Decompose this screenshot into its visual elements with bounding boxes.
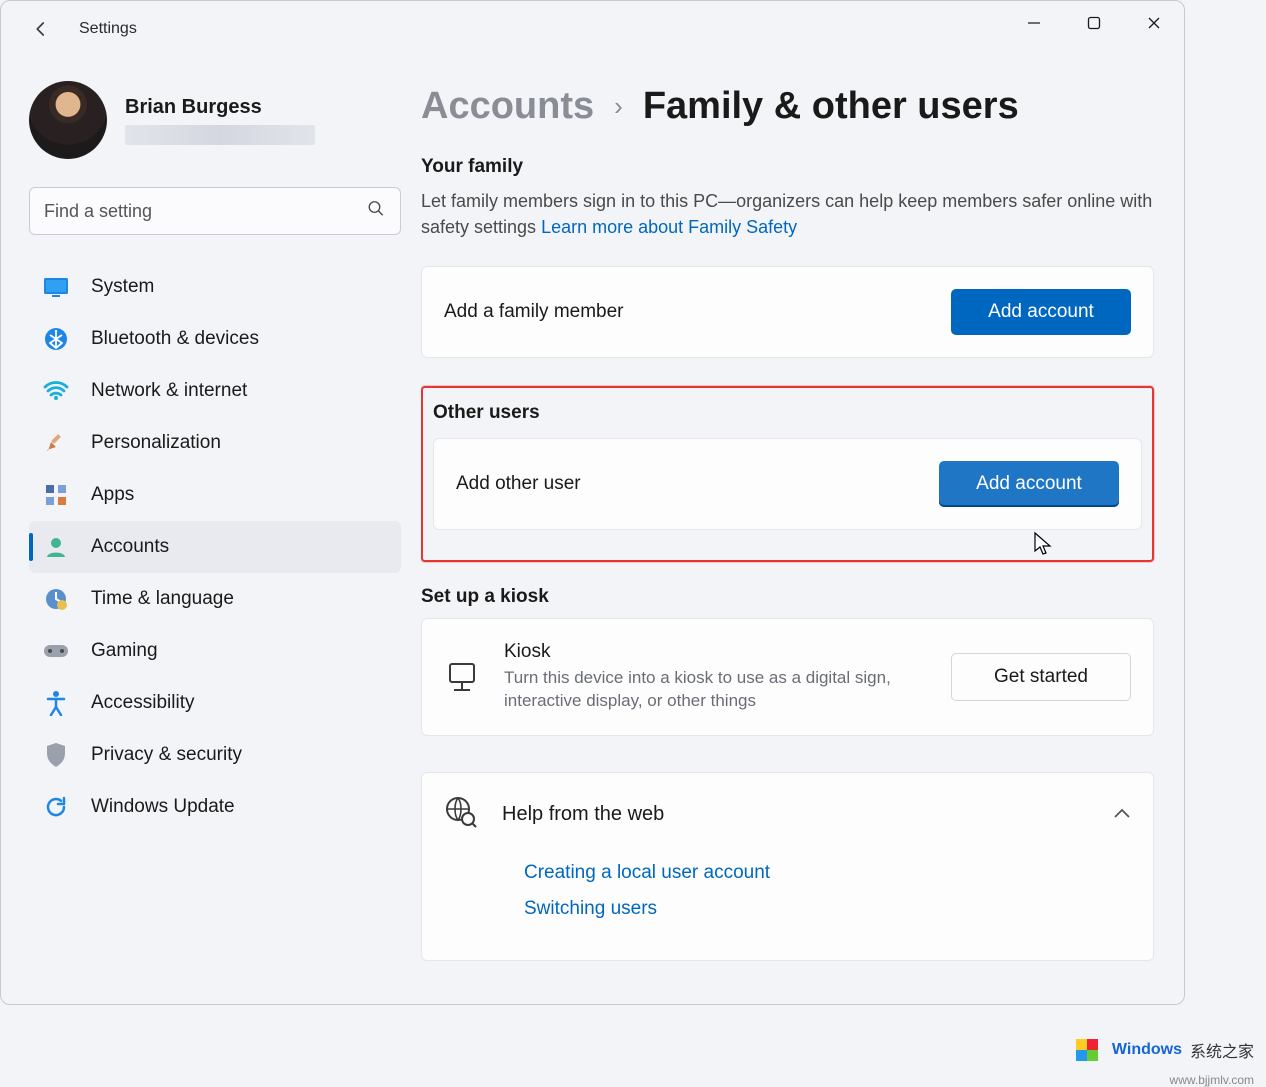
watermark-url: www.bjjmlv.com	[1170, 1073, 1254, 1087]
chevron-up-icon	[1113, 806, 1131, 824]
sidebar-item-time[interactable]: Time & language	[29, 573, 401, 625]
sidebar-item-bluetooth[interactable]: Bluetooth & devices	[29, 313, 401, 365]
sidebar-item-accounts[interactable]: Accounts	[29, 521, 401, 573]
search-input[interactable]	[29, 187, 401, 235]
kiosk-desc: Turn this device into a kiosk to use as …	[504, 667, 927, 713]
sidebar-item-gaming[interactable]: Gaming	[29, 625, 401, 677]
breadcrumb-parent[interactable]: Accounts	[421, 85, 594, 128]
other-users-highlight: Other users Add other user Add account	[421, 386, 1154, 562]
add-family-member-card: Add a family member Add account	[421, 266, 1154, 358]
help-link-switching-users[interactable]: Switching users	[524, 898, 1131, 920]
maximize-icon	[1087, 16, 1101, 30]
your-family-desc: Let family members sign in to this PC—or…	[421, 188, 1154, 240]
watermark-text1: Windows	[1112, 1041, 1182, 1059]
help-link-local-user[interactable]: Creating a local user account	[524, 862, 1131, 884]
person-icon	[43, 534, 69, 560]
sidebar-item-label: Personalization	[91, 432, 221, 454]
sidebar-item-apps[interactable]: Apps	[29, 469, 401, 521]
your-family-heading: Your family	[421, 156, 1154, 178]
accessibility-icon	[43, 690, 69, 716]
titlebar: Settings	[1, 1, 1184, 57]
update-icon	[43, 794, 69, 820]
back-button[interactable]	[21, 9, 61, 49]
watermark-logo-icon	[1070, 1033, 1104, 1067]
sidebar-item-label: Accessibility	[91, 692, 194, 714]
search-icon	[367, 200, 385, 223]
sidebar-item-label: Privacy & security	[91, 744, 242, 766]
sidebar-item-system[interactable]: System	[29, 261, 401, 313]
close-button[interactable]	[1124, 1, 1184, 45]
breadcrumb: Accounts › Family & other users	[421, 85, 1154, 128]
maximize-button[interactable]	[1064, 1, 1124, 45]
sidebar-item-label: Time & language	[91, 588, 234, 610]
watermark-text2: 系统之家	[1190, 1038, 1254, 1062]
app-title: Settings	[79, 20, 137, 38]
kiosk-card: Kiosk Turn this device into a kiosk to u…	[421, 618, 1154, 736]
arrow-left-icon	[32, 20, 50, 38]
clock-globe-icon	[43, 586, 69, 612]
sidebar-item-accessibility[interactable]: Accessibility	[29, 677, 401, 729]
globe-search-icon	[444, 795, 478, 834]
kiosk-title: Kiosk	[504, 641, 927, 663]
add-other-user-label: Add other user	[456, 473, 581, 495]
gamepad-icon	[43, 638, 69, 664]
sidebar-item-personalization[interactable]: Personalization	[29, 417, 401, 469]
help-header[interactable]: Help from the web	[444, 795, 1131, 834]
profile-email-blurred	[125, 125, 315, 145]
sidebar-item-label: System	[91, 276, 154, 298]
help-card: Help from the web Creating a local user …	[421, 772, 1154, 961]
help-title: Help from the web	[502, 803, 1089, 826]
kiosk-icon	[444, 659, 480, 695]
paintbrush-icon	[43, 430, 69, 456]
main-pane: Accounts › Family & other users Your fam…	[421, 57, 1184, 1004]
nav-list: System Bluetooth & devices Network & int…	[29, 261, 401, 833]
sidebar-item-label: Gaming	[91, 640, 158, 662]
content-area: Brian Burgess System Bluetooth & devices	[1, 57, 1184, 1004]
family-safety-link[interactable]: Learn more about Family Safety	[541, 217, 797, 237]
profile-block[interactable]: Brian Burgess	[29, 81, 401, 159]
system-icon	[43, 274, 69, 300]
kiosk-get-started-button[interactable]: Get started	[951, 653, 1131, 701]
apps-icon	[43, 482, 69, 508]
add-other-user-card: Add other user Add account	[433, 438, 1142, 530]
other-users-heading: Other users	[433, 402, 1142, 424]
close-icon	[1147, 16, 1161, 30]
sidebar-item-label: Apps	[91, 484, 134, 506]
sidebar-item-update[interactable]: Windows Update	[29, 781, 401, 833]
window-controls	[1004, 1, 1184, 45]
sidebar-item-network[interactable]: Network & internet	[29, 365, 401, 417]
minimize-icon	[1027, 16, 1041, 30]
sidebar-item-label: Accounts	[91, 536, 169, 558]
chevron-right-icon: ›	[614, 91, 623, 122]
shield-icon	[43, 742, 69, 768]
minimize-button[interactable]	[1004, 1, 1064, 45]
add-family-member-label: Add a family member	[444, 301, 624, 323]
sidebar: Brian Burgess System Bluetooth & devices	[1, 57, 421, 1004]
sidebar-item-privacy[interactable]: Privacy & security	[29, 729, 401, 781]
add-other-account-button[interactable]: Add account	[939, 461, 1119, 507]
kiosk-heading: Set up a kiosk	[421, 586, 1154, 608]
sidebar-item-label: Bluetooth & devices	[91, 328, 259, 350]
sidebar-item-label: Network & internet	[91, 380, 247, 402]
watermark: Windows 系统之家	[1070, 1033, 1254, 1067]
sidebar-item-label: Windows Update	[91, 796, 235, 818]
wifi-icon	[43, 378, 69, 404]
page-title: Family & other users	[643, 85, 1019, 128]
avatar	[29, 81, 107, 159]
add-family-account-button[interactable]: Add account	[951, 289, 1131, 335]
kiosk-text: Kiosk Turn this device into a kiosk to u…	[504, 641, 927, 713]
profile-name: Brian Burgess	[125, 96, 315, 119]
settings-window: Settings Brian Burgess	[0, 0, 1185, 1005]
bluetooth-icon	[43, 326, 69, 352]
search-wrap	[29, 187, 401, 235]
